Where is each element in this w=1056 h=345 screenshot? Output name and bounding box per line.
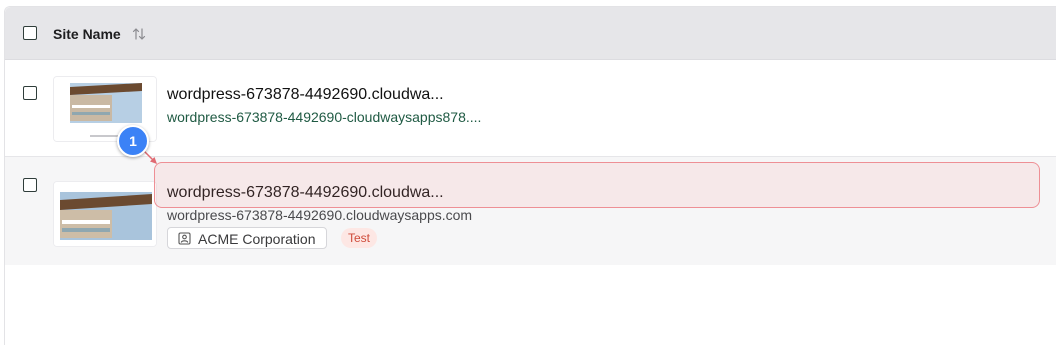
table-row[interactable]: wordpress-673878-4492690.cloudwa... word…: [5, 60, 1056, 157]
row-checkbox[interactable]: [23, 86, 37, 100]
user-badge-icon: [178, 232, 191, 245]
highlight-box: [154, 162, 1040, 208]
site-url[interactable]: wordpress-673878-4492690-cloudwaysapps87…: [167, 109, 481, 125]
site-title[interactable]: wordpress-673878-4492690.cloudwa...: [167, 86, 444, 104]
organization-tag[interactable]: ACME Corporation: [167, 227, 327, 249]
environment-badge: Test: [341, 228, 378, 248]
site-thumbnail[interactable]: [53, 181, 157, 247]
sort-icon[interactable]: [131, 26, 147, 42]
row-checkbox[interactable]: [23, 178, 37, 192]
site-url[interactable]: wordpress-673878-4492690.cloudwaysapps.c…: [167, 207, 472, 223]
table-header: Site Name: [5, 7, 1056, 60]
step-marker: 1: [117, 125, 149, 157]
column-header-site-name[interactable]: Site Name: [53, 26, 121, 42]
select-all-checkbox[interactable]: [23, 26, 37, 40]
organization-name: ACME Corporation: [198, 231, 316, 247]
